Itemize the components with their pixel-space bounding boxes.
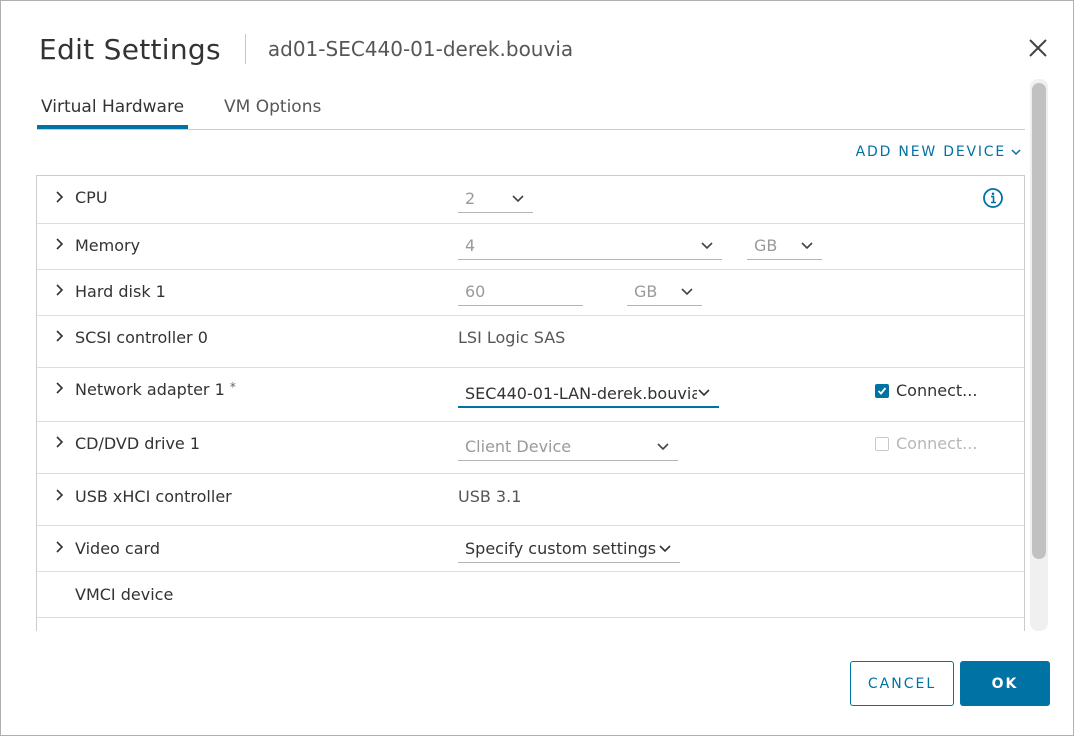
hard-disk-unit: GB — [634, 282, 658, 301]
chevron-down-icon — [698, 389, 710, 397]
scsi-value: LSI Logic SAS — [458, 328, 566, 347]
cpu-value: 2 — [465, 189, 476, 208]
checkbox-checked-icon[interactable] — [875, 383, 889, 398]
row-hard-disk: Hard disk 1 60 GB — [37, 270, 1024, 316]
ok-button[interactable]: OK — [960, 661, 1050, 706]
cpu-select[interactable]: 2 — [458, 185, 533, 213]
chevron-right-icon[interactable] — [54, 238, 66, 250]
edit-settings-dialog: Edit Settings ad01-SEC440-01-derek.bouvi… — [0, 0, 1074, 736]
chevron-down-icon — [1011, 148, 1021, 155]
chevron-right-icon[interactable] — [54, 489, 66, 501]
chevron-down-icon — [701, 241, 713, 249]
memory-unit-select[interactable]: GB — [747, 232, 822, 260]
network-select[interactable]: SEC440-01-LAN-derek.bouvia — [458, 380, 719, 408]
scrollbar-thumb[interactable] — [1032, 83, 1046, 559]
chevron-down-icon — [681, 287, 693, 295]
hardware-table: CPU 2 Memory 4 GB Hard disk 1 60 GB SCSI… — [36, 175, 1025, 631]
title-divider — [244, 34, 246, 64]
cd-dvd-label: CD/DVD drive 1 — [75, 434, 201, 453]
close-icon[interactable] — [1027, 37, 1049, 59]
memory-input[interactable]: 4 — [458, 232, 722, 260]
usb-value: USB 3.1 — [458, 487, 522, 506]
chevron-right-icon[interactable] — [54, 330, 66, 342]
video-card-label: Video card — [75, 539, 160, 558]
chevron-right-icon[interactable] — [54, 436, 66, 448]
vmci-label: VMCI device — [75, 585, 174, 604]
chevron-down-icon — [659, 544, 671, 552]
cpu-label: CPU — [75, 188, 108, 207]
add-new-device-label: ADD NEW DEVICE — [855, 144, 1006, 160]
chevron-right-icon[interactable] — [54, 382, 66, 394]
row-scsi-controller: SCSI controller 0 LSI Logic SAS — [37, 316, 1024, 368]
tab-virtual-hardware[interactable]: Virtual Hardware — [37, 87, 189, 129]
chevron-right-icon[interactable] — [54, 541, 66, 553]
row-video-card: Video card Specify custom settings — [37, 526, 1024, 572]
cd-dvd-select[interactable]: Client Device — [458, 433, 678, 461]
row-usb-controller: USB xHCI controller USB 3.1 — [37, 474, 1024, 526]
chevron-down-icon — [657, 442, 669, 450]
cd-dvd-connect-checkbox[interactable]: Connect... — [875, 434, 977, 453]
network-connect-checkbox[interactable]: Connect... — [875, 381, 977, 400]
add-new-device-button[interactable]: ADD NEW DEVICE — [856, 144, 1021, 160]
chevron-right-icon[interactable] — [54, 191, 66, 203]
dialog-title: Edit Settings — [39, 32, 221, 66]
video-card-value: Specify custom settings — [465, 539, 657, 558]
checkbox-unchecked-icon[interactable] — [875, 436, 889, 451]
row-cd-dvd-drive: CD/DVD drive 1 Client Device Connect... — [37, 422, 1024, 474]
network-adapter-label: Network adapter 1 * — [75, 380, 236, 399]
hard-disk-size-input[interactable]: 60 — [458, 278, 583, 306]
memory-value: 4 — [465, 236, 476, 255]
row-memory: Memory 4 GB — [37, 224, 1024, 270]
hard-disk-unit-select[interactable]: GB — [627, 278, 702, 306]
hard-disk-size: 60 — [465, 282, 486, 301]
chevron-down-icon — [801, 241, 813, 249]
memory-unit: GB — [754, 236, 778, 255]
dialog-header: Edit Settings ad01-SEC440-01-derek.bouvi… — [39, 29, 573, 69]
cd-dvd-connect-label: Connect... — [896, 434, 978, 453]
usb-label: USB xHCI controller — [75, 487, 232, 506]
info-icon[interactable] — [982, 187, 1004, 209]
tab-bar: Virtual Hardware VM Options — [37, 87, 1025, 130]
chevron-right-icon[interactable] — [54, 284, 66, 296]
video-card-select[interactable]: Specify custom settings — [458, 535, 680, 563]
network-adapter-label-text: Network adapter 1 — [75, 380, 225, 399]
scsi-label: SCSI controller 0 — [75, 328, 208, 347]
hard-disk-label: Hard disk 1 — [75, 282, 166, 301]
vm-name: ad01-SEC440-01-derek.bouvia — [267, 37, 574, 61]
scrollbar[interactable] — [1030, 79, 1048, 631]
row-vmci-device: VMCI device — [37, 572, 1024, 618]
memory-label: Memory — [75, 236, 141, 255]
modified-marker: * — [229, 380, 236, 394]
row-cpu: CPU 2 — [37, 176, 1024, 224]
chevron-down-icon — [512, 194, 524, 202]
cancel-button[interactable]: CANCEL — [850, 661, 954, 706]
row-network-adapter: Network adapter 1 * SEC440-01-LAN-derek.… — [37, 368, 1024, 422]
cd-dvd-value: Client Device — [465, 437, 572, 456]
network-value: SEC440-01-LAN-derek.bouvia — [465, 383, 697, 403]
network-connect-label: Connect... — [896, 381, 978, 400]
tab-vm-options[interactable]: VM Options — [220, 87, 325, 129]
